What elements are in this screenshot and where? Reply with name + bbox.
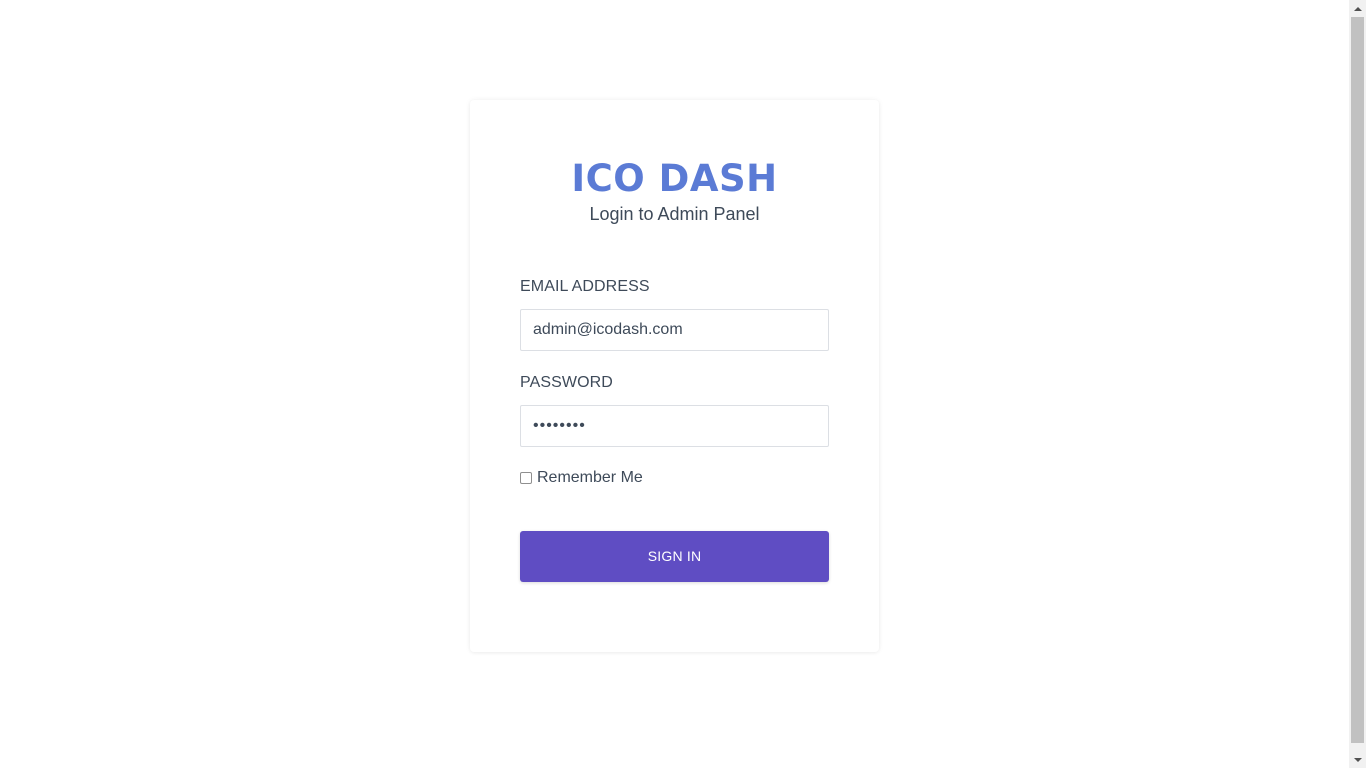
password-field[interactable] bbox=[520, 405, 829, 447]
triangle-down-icon bbox=[1353, 757, 1362, 762]
sign-in-button[interactable]: SIGN IN bbox=[520, 531, 829, 582]
scroll-down-button[interactable] bbox=[1349, 751, 1366, 768]
email-label: EMAIL ADDRESS bbox=[520, 278, 650, 295]
login-page: ICO DASH Login to Admin Panel EMAIL ADDR… bbox=[0, 0, 1366, 768]
remember-me-row[interactable]: Remember Me bbox=[520, 468, 643, 488]
remember-me-label[interactable]: Remember Me bbox=[537, 469, 643, 487]
vertical-scrollbar[interactable] bbox=[1349, 0, 1366, 768]
login-subtitle: Login to Admin Panel bbox=[589, 204, 760, 224]
triangle-up-icon bbox=[1353, 6, 1362, 11]
scroll-up-button[interactable] bbox=[1349, 0, 1366, 17]
app-logo: ICO DASH bbox=[571, 157, 778, 200]
remember-me-checkbox[interactable] bbox=[520, 471, 532, 484]
scrollbar-thumb[interactable] bbox=[1351, 17, 1364, 743]
login-card: ICO DASH Login to Admin Panel EMAIL ADDR… bbox=[470, 100, 879, 652]
password-label: PASSWORD bbox=[520, 374, 613, 391]
email-field[interactable] bbox=[520, 309, 829, 351]
